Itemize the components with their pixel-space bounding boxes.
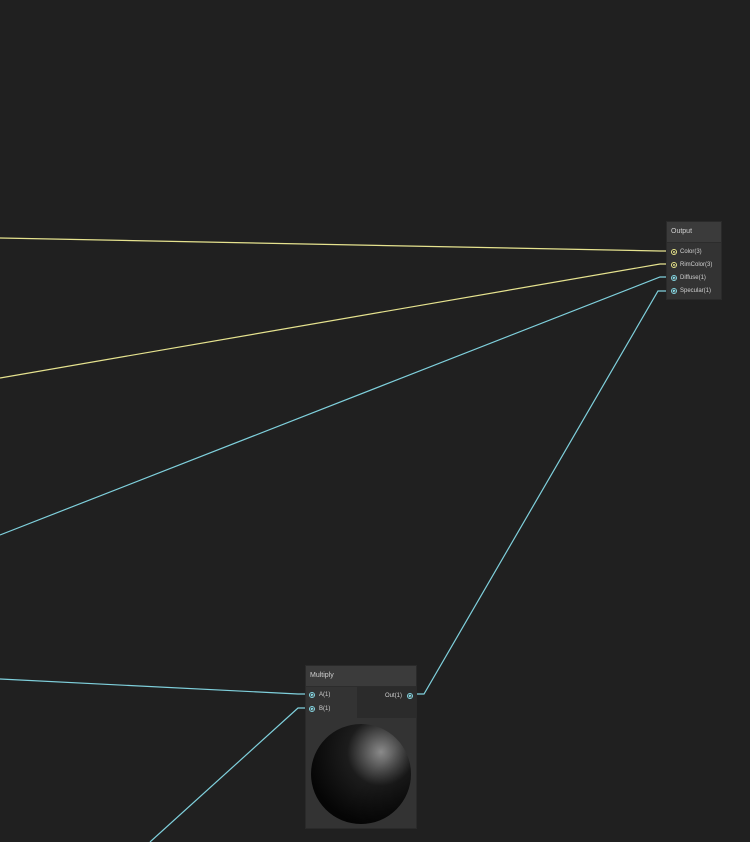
port-circle-icon[interactable] xyxy=(671,249,677,255)
wire-multiply-out-to-specular[interactable] xyxy=(412,290,670,695)
wire-to-rimcolor[interactable] xyxy=(0,263,670,379)
multiply-node-title[interactable]: Multiply xyxy=(306,666,416,687)
port-circle-icon[interactable] xyxy=(671,262,677,268)
port-circle-icon[interactable] xyxy=(309,692,315,698)
port-circle-icon[interactable] xyxy=(671,275,677,281)
wire-to-multiply-b[interactable] xyxy=(149,707,309,842)
output-port-color-label: Color(3) xyxy=(680,249,702,255)
multiply-port-out[interactable]: Out(1) xyxy=(357,691,416,701)
multiply-outputs: Out(1) xyxy=(357,687,416,718)
output-port-specular-label: Specular(1) xyxy=(680,288,712,294)
multiply-inputs: A(1) B(1) xyxy=(306,687,357,718)
output-node-body: Color(3) RimColor(3) Diffuse(1) Specular… xyxy=(667,243,721,299)
multiply-port-out-label: Out(1) xyxy=(384,693,402,699)
multiply-port-b-label: B(1) xyxy=(319,706,331,712)
port-circle-icon[interactable] xyxy=(407,693,413,699)
output-port-rimcolor-label: RimColor(3) xyxy=(680,262,713,268)
port-circle-icon[interactable] xyxy=(671,288,677,294)
output-port-diffuse-label: Diffuse(1) xyxy=(680,275,706,281)
port-circle-icon[interactable] xyxy=(309,706,315,712)
sphere-preview-icon xyxy=(311,724,411,824)
multiply-node[interactable]: Multiply A(1) B(1) Out(1) xyxy=(306,666,416,828)
multiply-preview xyxy=(306,718,416,828)
multiply-port-a-label: A(1) xyxy=(319,692,331,698)
wire-to-diffuse[interactable] xyxy=(0,276,670,536)
output-node[interactable]: Output Color(3) RimColor(3) Diffuse(1) S… xyxy=(667,222,721,299)
wire-to-color[interactable] xyxy=(0,237,670,252)
node-graph-canvas[interactable]: Output Color(3) RimColor(3) Diffuse(1) S… xyxy=(0,0,750,842)
output-node-title[interactable]: Output xyxy=(667,222,721,243)
wire-to-multiply-a[interactable] xyxy=(0,678,309,695)
